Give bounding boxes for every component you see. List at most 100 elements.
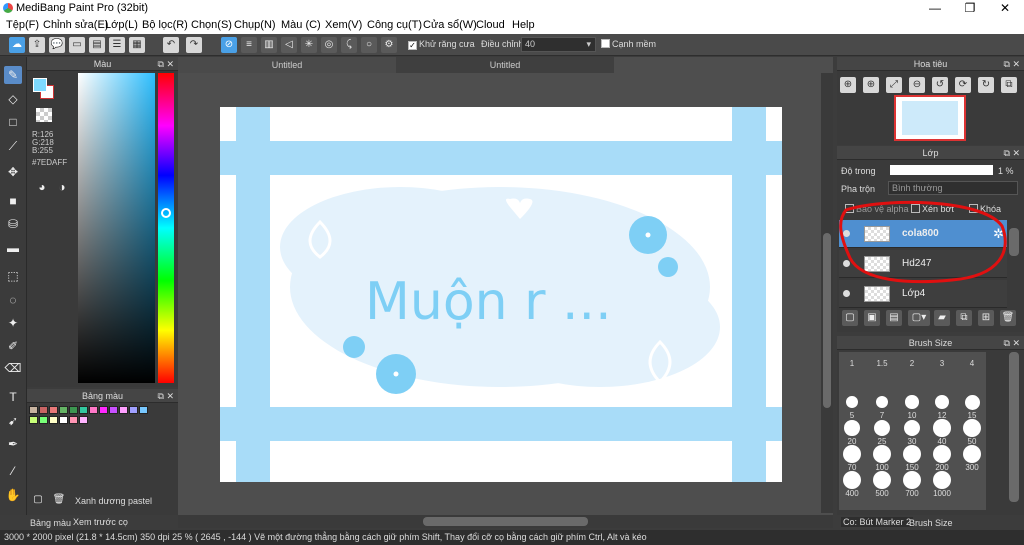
soft-edge-checkbox[interactable]: Cạnh mềm — [601, 39, 656, 49]
eye-icon[interactable] — [843, 290, 850, 297]
minimize-button[interactable]: — — [920, 0, 950, 17]
palette-color-swatch[interactable] — [139, 406, 148, 414]
brush-size-label[interactable]: 700 — [897, 489, 927, 498]
select-rect-tool-icon[interactable]: ⬚ — [4, 267, 22, 285]
snap-curve-icon[interactable]: ⤹ — [341, 37, 357, 53]
brush-size-dot[interactable] — [846, 396, 858, 408]
page-list-icon[interactable]: ☰ — [109, 37, 125, 53]
brush-size-dot[interactable] — [903, 471, 921, 489]
brush-size-dot[interactable] — [903, 445, 921, 463]
palette-color-swatch[interactable] — [59, 406, 68, 414]
dot-tool-icon[interactable]: □ — [4, 113, 22, 131]
brush-size-dot[interactable] — [844, 420, 860, 436]
brush-size-dot[interactable] — [873, 471, 891, 489]
brush-size-dot[interactable] — [963, 445, 981, 463]
page-icon[interactable]: ▤ — [89, 37, 105, 53]
folder-icon[interactable]: ▰ — [934, 310, 950, 326]
menu-tools[interactable]: Công cụ(T) — [367, 19, 422, 31]
brush-size-label[interactable]: 1000 — [927, 489, 957, 498]
menu-help[interactable]: Help — [512, 19, 535, 31]
menu-view[interactable]: Xem(V) — [325, 19, 362, 31]
brush-size-dot[interactable] — [843, 471, 861, 489]
snap-grid-icon[interactable]: ▥ — [261, 37, 277, 53]
panel-controls-icon[interactable]: ⧉ ✕ — [158, 57, 174, 71]
menu-file[interactable]: Tệp(F) — [6, 19, 39, 31]
antialias-checkbox[interactable]: ✓ Khử răng cưa — [408, 39, 475, 50]
snap-radial-icon[interactable]: ✳ — [301, 37, 317, 53]
snap-off-icon[interactable]: ⊘ — [221, 37, 237, 53]
palette-color-swatch[interactable] — [109, 406, 118, 414]
menu-filter[interactable]: Bộ lọc(R) — [142, 19, 188, 31]
layer-scroll-thumb[interactable] — [1009, 228, 1019, 256]
tab-palette[interactable]: Bảng màu — [30, 518, 71, 528]
eraser-tool-icon[interactable]: ◇ — [4, 90, 22, 108]
brush-size-label[interactable]: 400 — [837, 489, 867, 498]
panel-controls-icon[interactable]: ⧉ ✕ — [1004, 336, 1020, 350]
tab-brush-preview[interactable]: Xem trước cọ — [73, 517, 128, 527]
vertical-scrollbar[interactable] — [821, 73, 833, 513]
brush-size-dot[interactable] — [963, 419, 981, 437]
rotate-right-icon[interactable]: ↻ — [978, 77, 994, 93]
palette-color-swatch[interactable] — [69, 416, 78, 424]
brush-size-label[interactable]: 500 — [867, 489, 897, 498]
color-options-icon[interactable]: ◑ — [53, 178, 71, 196]
palette-color-swatch[interactable] — [39, 416, 48, 424]
dropper-tool-icon[interactable]: ⁄ — [4, 462, 22, 480]
brush-size-label[interactable]: 3 — [927, 359, 957, 368]
line-tool-icon[interactable]: ⟋ — [4, 137, 22, 155]
snap-circle-icon[interactable]: ◎ — [321, 37, 337, 53]
new-layer-8bit-icon[interactable]: ▣ — [864, 310, 880, 326]
select-pen-tool-icon[interactable]: ✐ — [4, 337, 22, 355]
menu-layer[interactable]: Lớp(L) — [105, 19, 138, 31]
brush-size-label[interactable]: 4 — [957, 359, 987, 368]
brush-size-label[interactable]: 5 — [837, 411, 867, 420]
brush-size-label[interactable]: 2 — [897, 359, 927, 368]
canvas[interactable]: Muộn r ... — [220, 107, 782, 482]
merge-layer-icon[interactable]: ⊞ — [978, 310, 994, 326]
brush-size-dot[interactable] — [873, 445, 891, 463]
panel-controls-icon[interactable]: ⧉ ✕ — [1004, 146, 1020, 160]
panel-controls-icon[interactable]: ⧉ ✕ — [1004, 57, 1020, 71]
text-balloon-icon[interactable]: ▭ — [69, 37, 85, 53]
opacity-slider[interactable] — [890, 165, 993, 175]
adjust-dropdown[interactable]: 40 ▾ — [521, 37, 596, 52]
tab-brush-name[interactable]: Co: Bút Marker 2 — [841, 517, 914, 527]
rotate-reset-icon[interactable]: ⟳ — [955, 77, 971, 93]
brush-size-label[interactable]: 10 — [897, 411, 927, 420]
saturation-value-picker[interactable] — [78, 73, 155, 383]
hand-tool-icon[interactable]: ✋ — [4, 486, 22, 504]
palette-color-swatch[interactable] — [79, 406, 88, 414]
palette-color-swatch[interactable] — [129, 406, 138, 414]
fit-icon[interactable]: ⤢ — [886, 77, 902, 93]
zoom-in-2-icon[interactable]: ⊕ — [863, 77, 879, 93]
vertical-scroll-thumb[interactable] — [823, 233, 831, 408]
operation-tool-icon[interactable]: ➹ — [4, 412, 22, 430]
zoom-in-icon[interactable]: ⊕ — [840, 77, 856, 93]
add-layer-menu-icon[interactable]: ▢▾ — [908, 310, 930, 326]
panel-controls-icon[interactable]: ⧉ ✕ — [158, 389, 174, 403]
share-icon[interactable]: ⇪ — [29, 37, 45, 53]
menu-color[interactable]: Màu (C) — [281, 19, 321, 31]
rect-fill-tool-icon[interactable]: ■ — [4, 192, 22, 210]
zoom-out-icon[interactable]: ⊖ — [909, 77, 925, 93]
blend-dropdown[interactable]: Bình thường — [888, 181, 1018, 195]
gradient-tool-icon[interactable]: ▬ — [4, 239, 22, 257]
palette-color-swatch[interactable] — [49, 406, 58, 414]
bucket-tool-icon[interactable]: ⛁ — [4, 215, 22, 233]
brush-size-dot[interactable] — [843, 445, 861, 463]
snap-parallel-icon[interactable]: ≡ — [241, 37, 257, 53]
brush-size-scroll-thumb[interactable] — [1009, 352, 1019, 502]
palette-color-swatch[interactable] — [79, 416, 88, 424]
undo-icon[interactable]: ↶ — [163, 37, 179, 53]
lasso-tool-icon[interactable]: ◌ — [4, 291, 22, 309]
menu-cloud[interactable]: Cloud — [476, 19, 505, 31]
grid-icon[interactable]: ▦ — [129, 37, 145, 53]
flip-icon[interactable]: ⧉ — [1001, 77, 1017, 93]
palette-color-swatch[interactable] — [69, 406, 78, 414]
palette-color-swatch[interactable] — [119, 406, 128, 414]
palette-color-swatch[interactable] — [89, 406, 98, 414]
palette-color-swatch[interactable] — [29, 406, 38, 414]
palette-color-swatch[interactable] — [29, 416, 38, 424]
close-button[interactable]: ✕ — [990, 0, 1020, 17]
delete-palette-icon[interactable]: 🗑 — [50, 491, 68, 509]
